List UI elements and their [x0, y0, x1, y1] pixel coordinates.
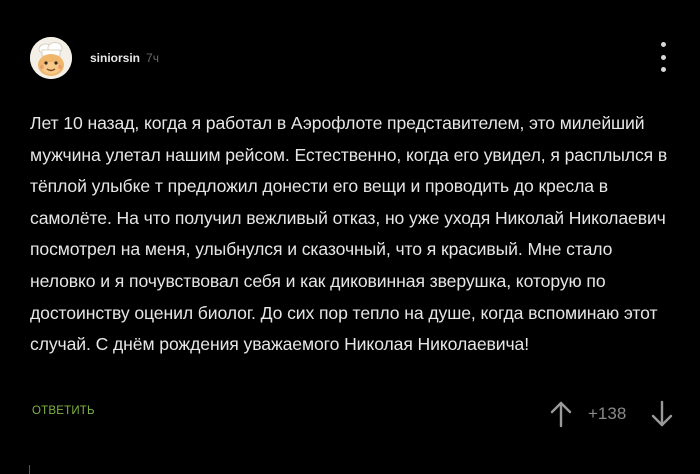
menu-dot [660, 42, 666, 47]
avatar[interactable] [30, 37, 72, 79]
timestamp: 7ч [146, 51, 159, 65]
comment-header: siniorsin 7ч [30, 36, 159, 80]
username[interactable]: siniorsin [90, 51, 140, 65]
comment-text: Лет 10 назад, когда я работал в Аэрофлот… [30, 113, 668, 355]
more-vertical-icon[interactable] [655, 42, 671, 72]
rating-count: +138 [588, 404, 627, 423]
comment: siniorsin 7ч Лет 10 назад, когда я работ… [0, 0, 700, 474]
reply-button[interactable]: ОТВЕТИТЬ [32, 405, 95, 417]
menu-dot [660, 54, 666, 60]
arrow-down-icon[interactable] [650, 400, 674, 428]
cartoon-avatar-icon [30, 37, 72, 79]
menu-dot [660, 67, 666, 72]
arrow-up-icon[interactable] [549, 400, 573, 428]
thread-line [29, 465, 30, 474]
